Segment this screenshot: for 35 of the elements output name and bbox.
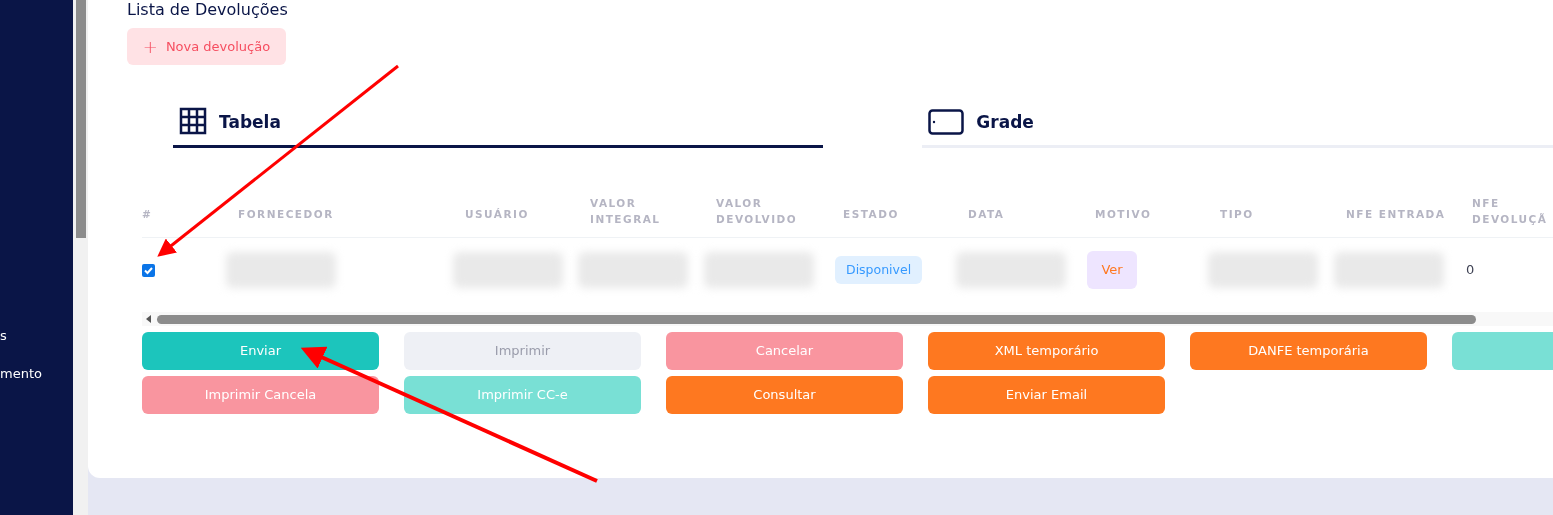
- page-title: Lista de Devoluções: [127, 0, 289, 20]
- horizontal-scrollbar[interactable]: [142, 312, 1553, 326]
- column-header: DATA: [968, 206, 1006, 222]
- action-button[interactable]: Imprimir CC-e: [404, 376, 641, 414]
- view-tab[interactable]: Grade: [922, 107, 1553, 148]
- action-button[interactable]: XML temporário: [928, 332, 1165, 370]
- column-header: VALOR DEVOLVIDO: [716, 196, 799, 227]
- action-button[interactable]: Enviar: [142, 332, 379, 370]
- column-header: MOTIVO: [1095, 206, 1153, 222]
- table-cell-text: 0: [1466, 261, 1475, 280]
- scroll-left-icon[interactable]: [146, 315, 151, 323]
- grid-icon: [179, 107, 207, 135]
- sidebar-item[interactable]: s: [0, 326, 42, 346]
- action-button[interactable]: Imprimir: [404, 332, 641, 370]
- scrollbar[interactable]: [73, 0, 88, 515]
- sidebar-item[interactable]: mento: [0, 364, 42, 384]
- column-header: ESTADO: [843, 206, 900, 222]
- action-button[interactable]: Consultar: [666, 376, 903, 414]
- view-reason-button[interactable]: Ver: [1087, 251, 1137, 289]
- view-tab[interactable]: Tabela: [173, 107, 824, 148]
- column-header: TIPO: [1220, 206, 1255, 222]
- action-button[interactable]: Enviar Email: [928, 376, 1165, 414]
- tablet-icon: [928, 109, 965, 135]
- column-header: USUÁRIO: [465, 206, 530, 222]
- column-header: NFE DEVOLUÇÃ: [1472, 196, 1549, 227]
- new-return-button[interactable]: + Nova devolução: [127, 28, 286, 65]
- column-header: NFE ENTRADA: [1346, 206, 1447, 222]
- plus-icon: +: [142, 33, 158, 60]
- action-button[interactable]: Cancelar: [666, 332, 903, 370]
- status-badge: Disponivel: [835, 255, 923, 285]
- action-button[interactable]: Imprimir Cancela: [142, 376, 379, 414]
- row-checkbox[interactable]: [142, 263, 155, 277]
- action-button[interactable]: DANFE temporária: [1190, 332, 1427, 370]
- column-header: VALOR INTEGRAL: [590, 196, 662, 227]
- column-header: FORNECEDOR: [238, 206, 335, 222]
